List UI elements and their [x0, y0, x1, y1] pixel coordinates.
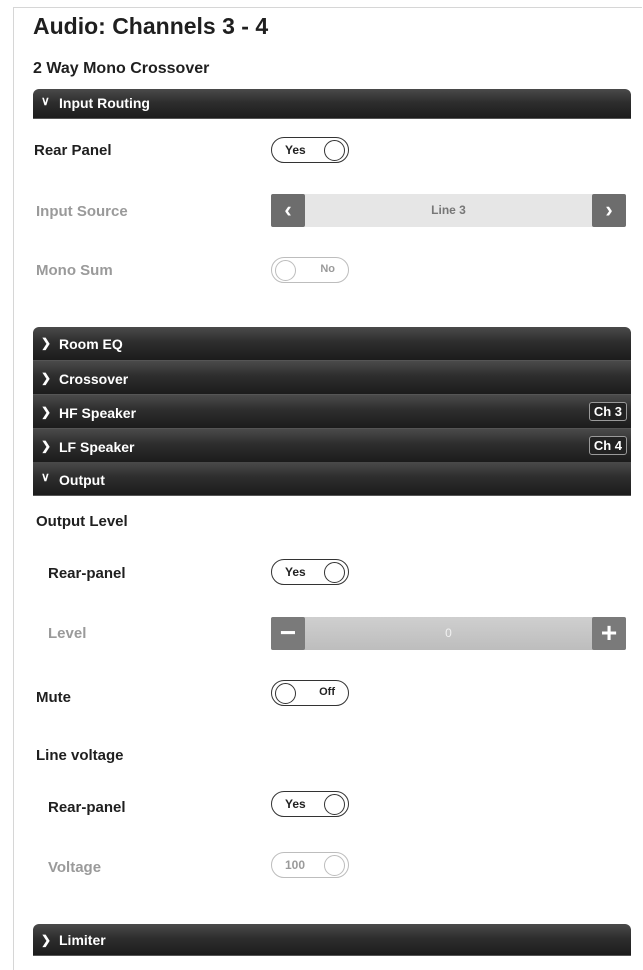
mono-sum-toggle[interactable]: No: [271, 257, 349, 283]
output-level-heading: Output Level: [36, 513, 128, 530]
toggle-text: Yes: [285, 797, 306, 811]
chevron-down-icon: ∨: [41, 94, 50, 108]
section-label: Room EQ: [59, 336, 123, 352]
level-label: Level: [48, 625, 87, 642]
section-label: Crossover: [59, 371, 129, 387]
mute-toggle[interactable]: Off: [271, 680, 349, 706]
voltage-label: Voltage: [48, 859, 102, 876]
section-hf-speaker[interactable]: ❯ HF Speaker Ch 3: [33, 395, 631, 429]
output-rear-panel-toggle[interactable]: Yes: [271, 559, 349, 585]
toggle-text: Off: [319, 686, 335, 698]
chevron-right-icon: ❯: [41, 933, 52, 947]
toggle-text: No: [320, 263, 335, 275]
section-label: Limiter: [59, 932, 106, 948]
chevron-right-icon: ❯: [41, 439, 52, 453]
chevron-right-icon[interactable]: ›: [592, 194, 626, 227]
page-title: Audio: Channels 3 - 4: [33, 13, 269, 39]
input-source-selector: ‹ Line 3 ›: [271, 194, 626, 227]
section-output[interactable]: ∨ Output: [33, 462, 631, 496]
rear-panel-toggle[interactable]: Yes: [271, 137, 349, 163]
mute-label: Mute: [36, 689, 71, 706]
chevron-down-icon: ∨: [41, 470, 50, 484]
toggle-knob: [324, 855, 345, 876]
plus-icon[interactable]: +: [592, 617, 626, 650]
mono-sum-label: Mono Sum: [36, 262, 113, 279]
input-source-label: Input Source: [36, 203, 128, 220]
voltage-toggle[interactable]: 100: [271, 852, 349, 878]
toggle-text: Yes: [285, 565, 306, 579]
output-rear-panel-label: Rear-panel: [48, 565, 126, 582]
toggle-knob: [324, 140, 345, 161]
section-crossover[interactable]: ❯ Crossover: [33, 361, 631, 395]
section-input-routing[interactable]: ∨ Input Routing: [33, 89, 631, 119]
chevron-right-icon: ❯: [41, 336, 52, 350]
channel-badge: Ch 3: [588, 402, 627, 421]
line-voltage-rear-panel-label: Rear-panel: [48, 799, 126, 816]
toggle-knob: [275, 260, 296, 281]
toggle-knob: [275, 683, 296, 704]
section-room-eq[interactable]: ❯ Room EQ: [33, 327, 631, 361]
toggle-text: 100: [285, 858, 306, 872]
toggle-knob: [324, 562, 345, 583]
section-limiter[interactable]: ❯ Limiter: [33, 924, 631, 956]
toggle-text: Yes: [285, 143, 306, 157]
section-label: HF Speaker: [59, 405, 137, 421]
minus-icon[interactable]: −: [271, 617, 305, 650]
section-label: Output: [59, 472, 105, 488]
section-label: LF Speaker: [59, 439, 135, 455]
chevron-right-icon: ❯: [41, 371, 52, 385]
section-label: Input Routing: [59, 95, 150, 111]
chevron-left-icon[interactable]: ‹: [271, 194, 305, 227]
toggle-knob: [324, 794, 345, 815]
line-voltage-rear-panel-toggle[interactable]: Yes: [271, 791, 349, 817]
page-subtitle: 2 Way Mono Crossover: [33, 60, 210, 77]
level-stepper: − 0 +: [271, 617, 626, 650]
channel-badge: Ch 4: [588, 436, 627, 455]
input-source-value: Line 3: [431, 203, 466, 217]
level-value: 0: [445, 626, 452, 640]
section-lf-speaker[interactable]: ❯ LF Speaker Ch 4: [33, 429, 631, 463]
line-voltage-heading: Line voltage: [36, 747, 124, 764]
rear-panel-label: Rear Panel: [34, 142, 112, 159]
chevron-right-icon: ❯: [41, 405, 52, 419]
